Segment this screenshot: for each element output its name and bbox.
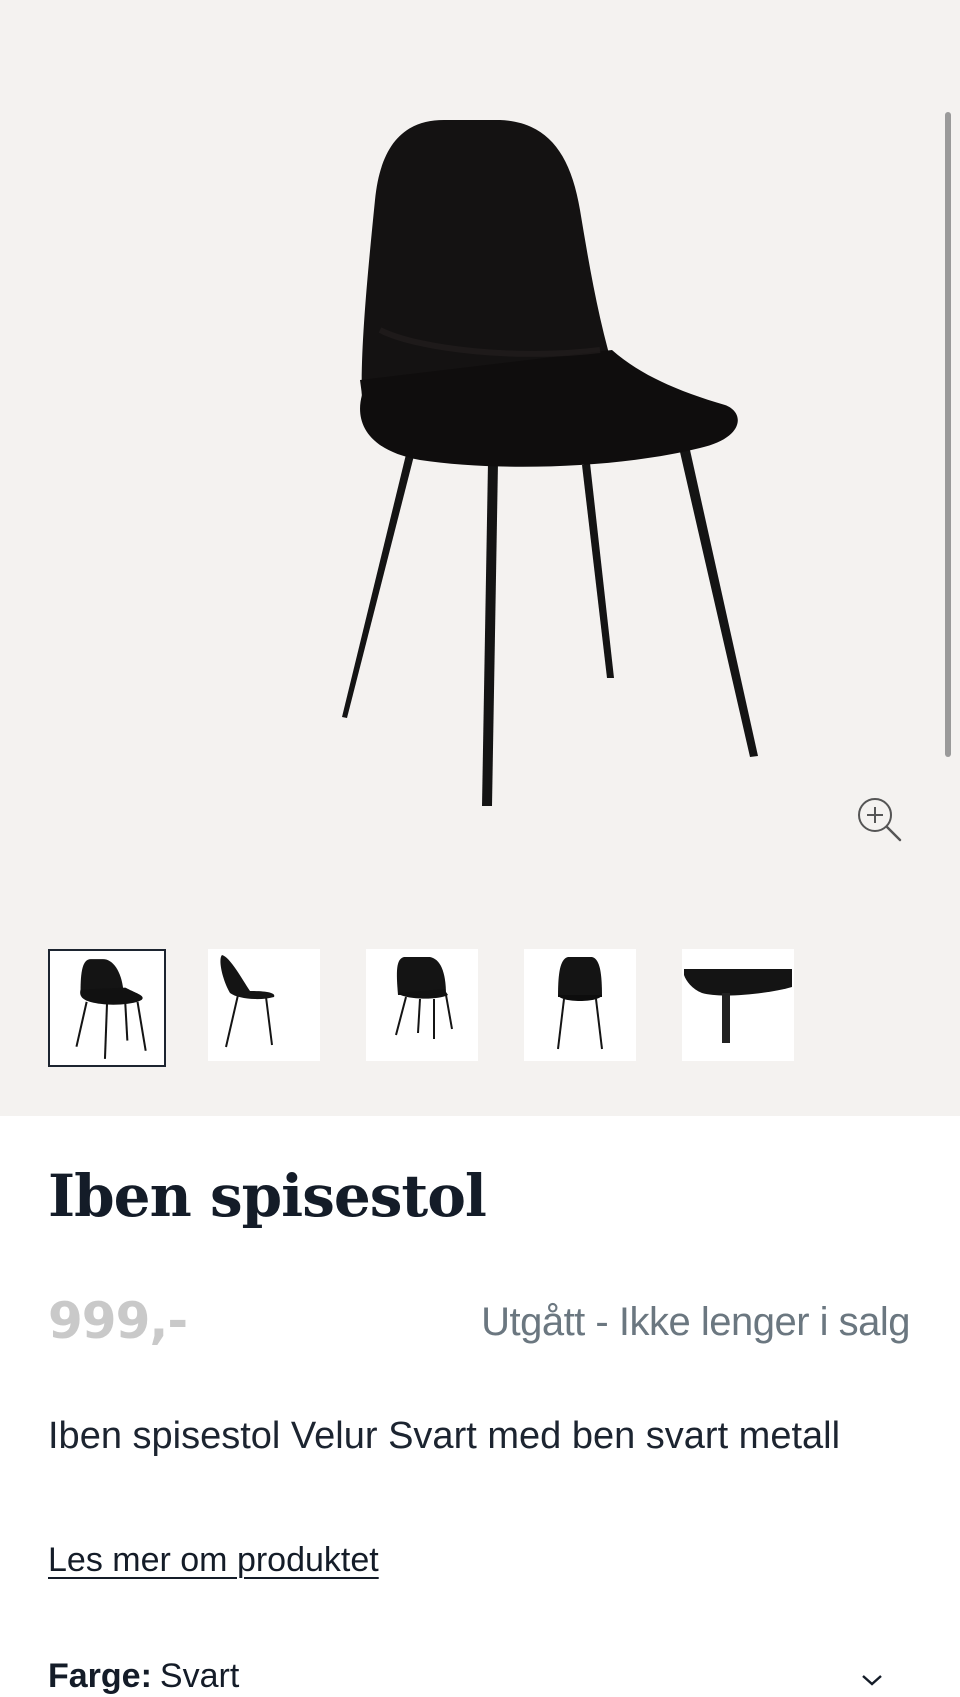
- main-product-image[interactable]: [0, 0, 960, 900]
- product-price: 999,-: [48, 1292, 188, 1350]
- product-gallery: [0, 0, 960, 1116]
- zoom-in-icon[interactable]: [855, 795, 905, 845]
- thumbnail-back-angle[interactable]: [366, 949, 478, 1061]
- color-selector[interactable]: Farge: Svart: [48, 1656, 239, 1697]
- thumbnail-front-angle[interactable]: [48, 949, 166, 1067]
- product-title: Iben spisestol: [48, 1162, 487, 1230]
- read-more-link[interactable]: Les mer om produktet: [48, 1540, 379, 1581]
- availability-status: Utgått - Ikke lenger i salg: [481, 1300, 910, 1344]
- color-value: Svart: [159, 1657, 240, 1695]
- thumbnail-side[interactable]: [208, 949, 320, 1061]
- thumbnail-front[interactable]: [524, 949, 636, 1061]
- product-description: Iben spisestol Velur Svart med ben svart…: [48, 1415, 841, 1457]
- color-label: Farge:: [48, 1657, 152, 1695]
- gallery-scrollbar[interactable]: [945, 112, 951, 757]
- chevron-down-icon[interactable]: [860, 1668, 884, 1692]
- thumbnail-detail[interactable]: [682, 949, 794, 1061]
